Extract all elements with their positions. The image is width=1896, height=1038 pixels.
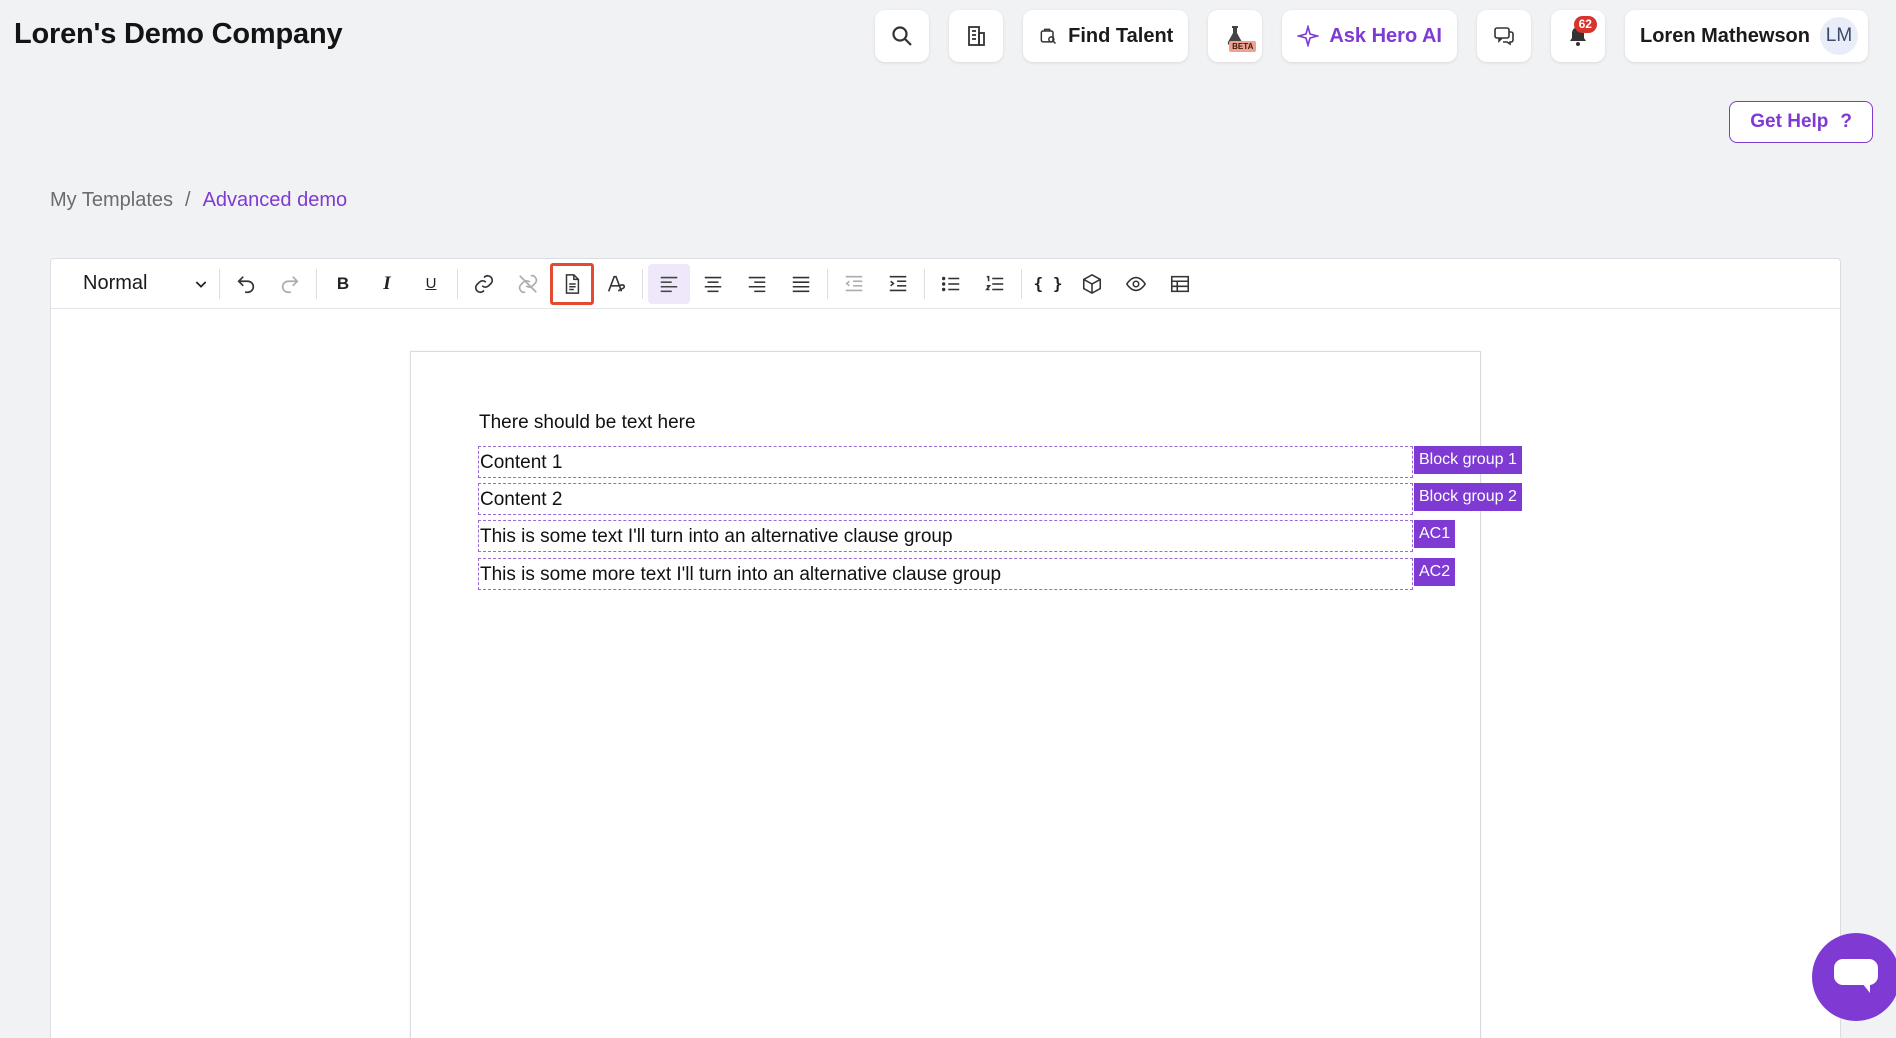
insert-block-button[interactable]: [1071, 264, 1113, 304]
alternative-clause-1[interactable]: This is some text I'll turn into an alte…: [478, 520, 1456, 552]
bullet-list-button[interactable]: [930, 264, 972, 304]
preview-button[interactable]: [1115, 264, 1157, 304]
block-group-tag[interactable]: Block group 1: [1414, 446, 1522, 474]
align-center-button[interactable]: [692, 264, 734, 304]
align-left-icon: [660, 276, 678, 292]
find-talent-label: Find Talent: [1068, 24, 1174, 47]
alternative-clause-tag[interactable]: AC2: [1414, 558, 1456, 586]
ask-hero-ai-label: Ask Hero AI: [1329, 24, 1442, 47]
eye-icon: [1125, 276, 1147, 291]
notifications-button[interactable]: 62: [1550, 10, 1605, 62]
toolbar-divider: [827, 268, 828, 299]
get-help-button[interactable]: Get Help ?: [1729, 101, 1873, 143]
undo-button[interactable]: [225, 264, 267, 304]
top-actions: Find Talent BETA Ask Hero AI 62 Loren Ma…: [875, 10, 1868, 62]
font-style-icon: [607, 275, 626, 292]
search-button[interactable]: [875, 10, 930, 62]
bold-button[interactable]: B: [322, 264, 364, 304]
block-content: This is some more text I'll turn into an…: [480, 564, 1002, 585]
numbered-list-button[interactable]: [974, 264, 1016, 304]
chat-bubble-icon: [1834, 959, 1878, 993]
align-right-icon: [748, 276, 766, 292]
toolbar-divider: [1021, 268, 1022, 299]
template-editor: Normal B I U {} There should be text he…: [50, 258, 1841, 1038]
redo-icon: [281, 275, 299, 293]
italic-button[interactable]: I: [366, 264, 408, 304]
document-page[interactable]: There should be text here Content 1 Bloc…: [410, 351, 1522, 1038]
breadcrumb: My Templates / Advanced demo: [50, 189, 347, 212]
block-content: Content 2: [480, 489, 563, 510]
bold-icon: B: [336, 273, 350, 293]
remove-link-button[interactable]: [507, 264, 549, 304]
table-icon: [1170, 275, 1190, 292]
chat-bubbles-icon: [1494, 27, 1514, 46]
beta-labs-button[interactable]: BETA: [1208, 10, 1263, 62]
editor-toolbar: Normal B I U {}: [51, 259, 1840, 309]
insert-variable-button[interactable]: { }: [1027, 264, 1069, 304]
beta-tag: BETA: [1229, 41, 1257, 52]
get-help-label: Get Help: [1750, 111, 1829, 132]
indent-icon: [889, 275, 907, 291]
toolbar-divider: [924, 268, 925, 299]
align-justify-icon: [792, 276, 810, 292]
insert-link-button[interactable]: [463, 264, 505, 304]
unlink-icon: [518, 274, 538, 293]
notification-count-badge: 62: [1573, 16, 1597, 33]
bullet-list-icon: [941, 276, 960, 291]
block-group-1[interactable]: Content 1 Block group 1: [478, 446, 1522, 478]
help-question-icon: ?: [1840, 111, 1852, 132]
insert-table-button[interactable]: [1159, 264, 1201, 304]
company-title: Loren's Demo Company: [14, 18, 343, 50]
talent-search-icon: [1040, 28, 1057, 45]
outdent-button[interactable]: [833, 264, 875, 304]
align-center-icon: [704, 276, 722, 292]
block-group-2[interactable]: Content 2 Block group 2: [478, 483, 1522, 515]
link-icon: [474, 274, 494, 293]
block-content: This is some text I'll turn into an alte…: [480, 526, 953, 547]
building-icon: [968, 26, 986, 46]
breadcrumb-my-templates[interactable]: My Templates: [50, 189, 173, 212]
avatar: LM: [1820, 17, 1858, 55]
align-right-button[interactable]: [736, 264, 778, 304]
alternative-clause-tag[interactable]: AC1: [1414, 520, 1456, 548]
user-menu-button[interactable]: Loren Mathewson LM: [1624, 10, 1868, 62]
text-style-select[interactable]: Normal: [75, 266, 215, 302]
document-paragraph[interactable]: There should be text here: [479, 412, 696, 434]
breadcrumb-separator: /: [185, 189, 191, 211]
find-talent-button[interactable]: Find Talent: [1023, 10, 1189, 62]
toolbar-divider: [457, 268, 458, 299]
user-name: Loren Mathewson: [1639, 24, 1810, 47]
clear-formatting-button[interactable]: [595, 264, 637, 304]
block-content: Content 1: [480, 452, 563, 473]
numbered-list-icon: [985, 275, 1004, 290]
company-button[interactable]: [949, 10, 1004, 62]
align-justify-button[interactable]: [780, 264, 822, 304]
sparkle-icon: [1297, 25, 1320, 47]
text-style-value: Normal: [83, 272, 148, 294]
redo-button[interactable]: [269, 264, 311, 304]
alternative-clause-2[interactable]: This is some more text I'll turn into an…: [478, 558, 1456, 590]
underline-button[interactable]: U: [410, 264, 452, 304]
toolbar-divider: [316, 268, 317, 299]
messages-button[interactable]: [1476, 10, 1531, 62]
toolbar-divider: [642, 268, 643, 299]
insert-document-button[interactable]: [550, 262, 594, 305]
underline-icon: U: [425, 275, 437, 292]
toolbar-divider: [219, 268, 220, 299]
document-icon: [565, 273, 580, 294]
cube-icon: [1082, 273, 1102, 294]
undo-icon: [237, 275, 255, 293]
align-left-button[interactable]: [648, 263, 690, 304]
indent-button[interactable]: [877, 264, 919, 304]
breadcrumb-current: Advanced demo: [202, 189, 348, 211]
curly-braces-icon: { }: [1033, 274, 1063, 293]
chat-support-button[interactable]: [1812, 933, 1896, 1021]
search-icon: [892, 26, 912, 46]
chevron-down-icon: [195, 280, 207, 288]
outdent-icon: [845, 275, 863, 291]
ask-hero-ai-button[interactable]: Ask Hero AI: [1282, 10, 1457, 62]
italic-icon: I: [383, 272, 391, 294]
block-group-tag[interactable]: Block group 2: [1414, 483, 1522, 511]
